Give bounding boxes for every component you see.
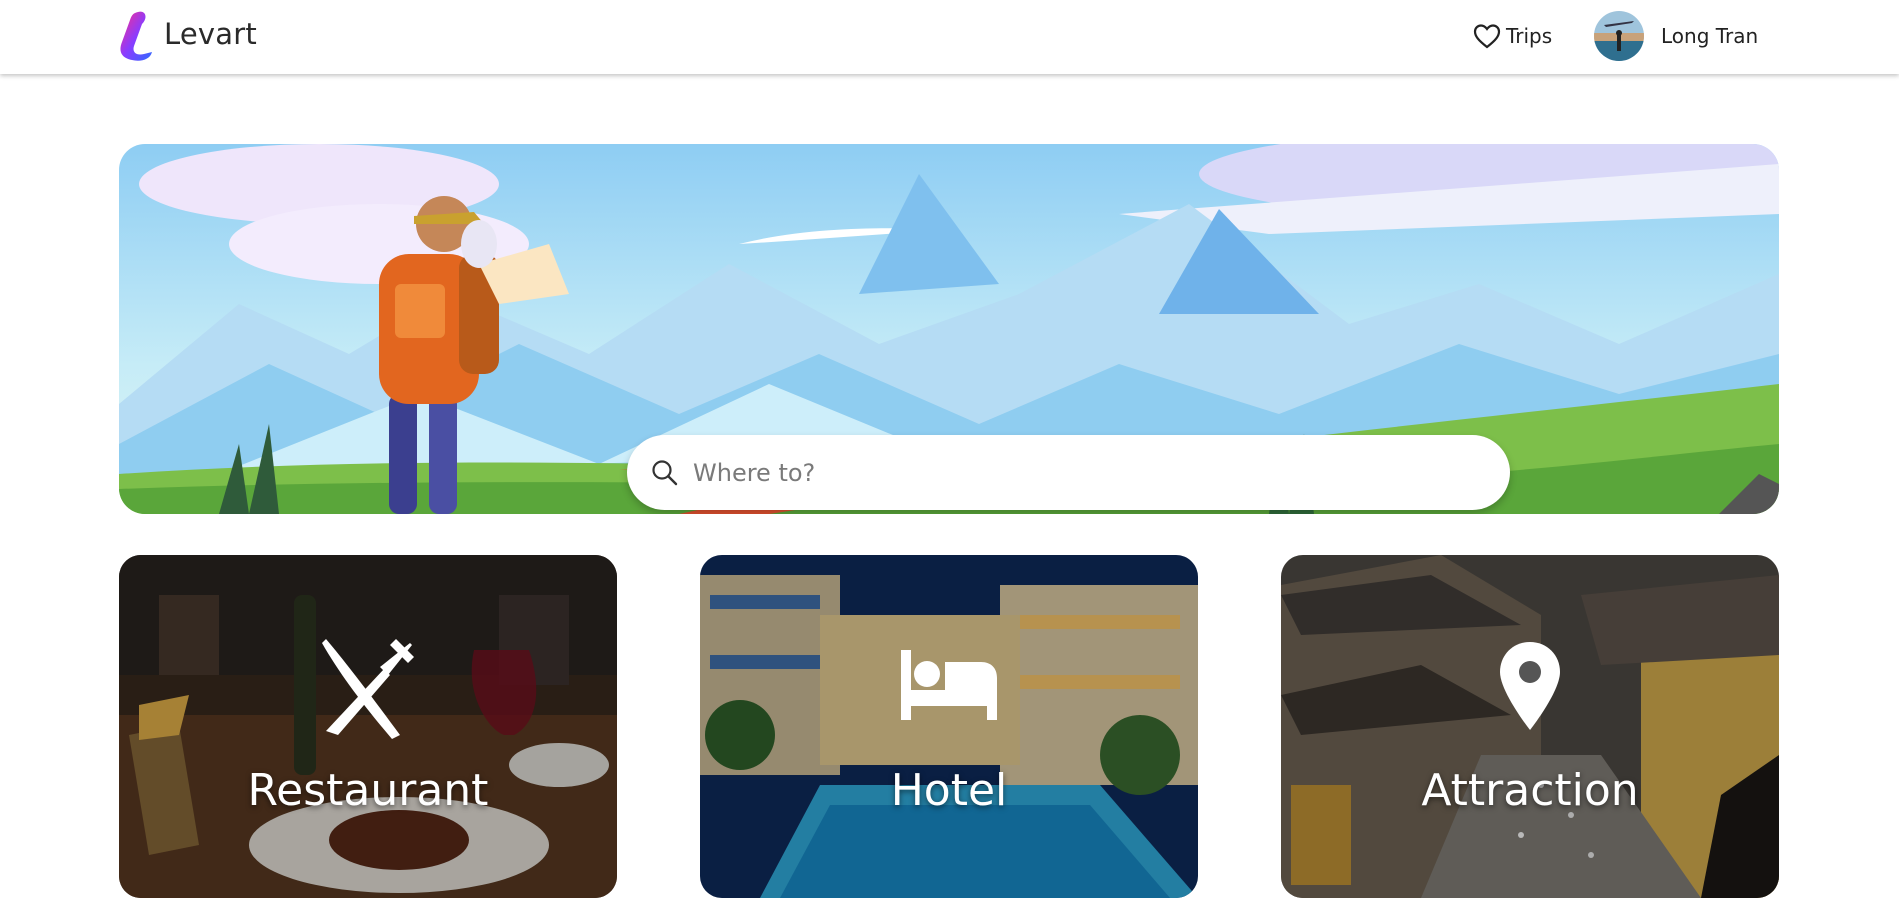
category-card-restaurant[interactable]: Restaurant [119,555,617,898]
card-label-hotel: Hotel [890,765,1008,816]
brand-name[interactable]: Levart [164,17,257,51]
map-pin-icon [1500,642,1560,730]
search-input[interactable] [691,457,1475,488]
user-name: Long Tran [1661,24,1759,48]
search-icon[interactable] [649,457,681,489]
hotel-photo [700,555,1198,898]
category-card-attraction[interactable]: Attraction [1281,555,1779,898]
trips-label: Trips [1506,24,1553,48]
category-card-hotel[interactable]: Hotel [700,555,1198,898]
user-menu[interactable]: Long Tran [1594,11,1758,61]
card-label-attraction: Attraction [1421,765,1639,816]
heart-icon [1473,24,1501,49]
card-label-restaurant: Restaurant [247,765,489,816]
bed-icon [901,650,997,720]
top-navbar: Levart Trips Long Tran [0,0,1899,74]
levart-logo-icon[interactable] [116,8,156,64]
hero-banner [119,144,1779,514]
search-bar[interactable] [627,435,1510,510]
fork-knife-icon [322,639,414,739]
trips-link[interactable]: Trips [1472,22,1552,50]
avatar[interactable] [1594,11,1644,61]
